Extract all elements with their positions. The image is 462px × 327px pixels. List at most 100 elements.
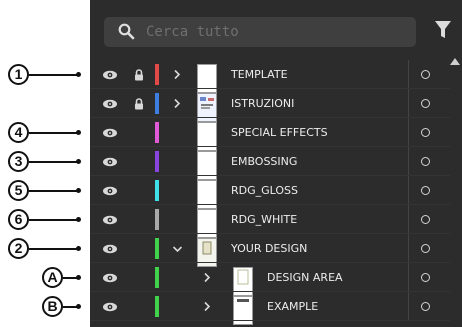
layer-color-bar xyxy=(155,296,159,317)
layer-row[interactable]: DESIGN AREA xyxy=(90,263,450,296)
chevron-right-icon xyxy=(204,272,211,283)
layer-name[interactable]: DESIGN AREA xyxy=(267,263,343,292)
layer-target-circle[interactable] xyxy=(421,302,430,311)
visibility-toggle[interactable] xyxy=(98,147,122,176)
layer-color-bar xyxy=(155,267,159,288)
expand-toggle[interactable] xyxy=(170,60,184,89)
column-divider xyxy=(408,234,409,263)
layer-color-bar xyxy=(155,93,159,114)
annotation-callout-group: B xyxy=(0,296,90,318)
layer-color-bar xyxy=(155,151,159,172)
lock-icon xyxy=(135,97,143,109)
layer-name[interactable]: EMBOSSING xyxy=(231,147,297,176)
annotation-callout-group: A xyxy=(0,267,90,289)
eye-icon xyxy=(103,186,117,195)
chevron-right-icon xyxy=(204,301,211,312)
filter-icon[interactable] xyxy=(434,20,452,40)
layer-row[interactable]: EMBOSSING xyxy=(90,147,450,180)
leader-line xyxy=(29,219,78,221)
layer-row[interactable]: TEMPLATE xyxy=(90,60,450,93)
visibility-toggle[interactable] xyxy=(98,263,122,292)
layer-name[interactable]: ISTRUZIONI xyxy=(231,89,294,118)
expand-toggle[interactable] xyxy=(200,292,214,321)
leader-line xyxy=(29,132,78,134)
lock-toggle[interactable] xyxy=(130,147,148,176)
search-input[interactable]: Cerca tutto xyxy=(146,24,239,40)
annotation-callout-group: 3 xyxy=(0,151,90,173)
callout-marker: 3 xyxy=(8,151,29,172)
eye-icon xyxy=(103,157,117,166)
annotation-callout-group: 6 xyxy=(0,209,90,231)
search-field[interactable]: Cerca tutto xyxy=(104,17,416,47)
leader-dot xyxy=(76,188,81,193)
annotation-callout-group: 1 xyxy=(0,64,90,86)
callout-marker: 4 xyxy=(8,122,29,143)
layer-target-circle[interactable] xyxy=(421,157,430,166)
callout-marker: 5 xyxy=(8,180,29,201)
layer-row[interactable]: YOUR DESIGN xyxy=(90,234,450,267)
lock-toggle[interactable] xyxy=(130,60,148,89)
layer-row[interactable]: SPECIAL EFFECTS xyxy=(90,118,450,151)
visibility-toggle[interactable] xyxy=(98,60,122,89)
eye-icon xyxy=(103,70,117,79)
layer-name[interactable]: EXAMPLE xyxy=(267,292,318,321)
visibility-toggle[interactable] xyxy=(98,292,122,321)
layer-name[interactable]: RDG_WHITE xyxy=(231,205,297,234)
column-divider xyxy=(408,205,409,234)
visibility-toggle[interactable] xyxy=(98,234,122,263)
column-divider xyxy=(408,89,409,118)
layer-color-bar xyxy=(155,209,159,230)
layer-target-circle[interactable] xyxy=(421,244,430,253)
callout-marker: 6 xyxy=(8,209,29,230)
callout-marker: 2 xyxy=(8,238,29,259)
visibility-toggle[interactable] xyxy=(98,118,122,147)
visibility-toggle[interactable] xyxy=(98,89,122,118)
callout-marker: B xyxy=(42,296,63,317)
visibility-toggle[interactable] xyxy=(98,205,122,234)
layer-row[interactable]: ISTRUZIONI xyxy=(90,89,450,122)
visibility-toggle[interactable] xyxy=(98,176,122,205)
leader-dot xyxy=(76,304,81,309)
layer-name[interactable]: YOUR DESIGN xyxy=(231,234,307,263)
lock-toggle[interactable] xyxy=(130,118,148,147)
search-icon xyxy=(118,23,135,40)
eye-icon xyxy=(103,215,117,224)
layer-target-circle[interactable] xyxy=(421,70,430,79)
layer-row[interactable]: RDG_GLOSS xyxy=(90,176,450,209)
layer-color-bar xyxy=(155,122,159,143)
layer-row[interactable]: RDG_WHITE xyxy=(90,205,450,238)
expand-toggle[interactable] xyxy=(170,89,184,118)
collapse-toggle[interactable] xyxy=(170,234,184,263)
layer-name[interactable]: SPECIAL EFFECTS xyxy=(231,118,328,147)
lock-toggle[interactable] xyxy=(130,263,148,292)
layer-target-circle[interactable] xyxy=(421,215,430,224)
lock-toggle[interactable] xyxy=(130,89,148,118)
column-divider xyxy=(408,292,409,321)
leader-dot xyxy=(76,275,81,280)
lock-toggle[interactable] xyxy=(130,292,148,321)
leader-dot xyxy=(76,159,81,164)
annotation-callout-group: 4 xyxy=(0,122,90,144)
callout-marker: A xyxy=(42,267,63,288)
callout-marker: 1 xyxy=(8,64,29,85)
layer-row[interactable]: EXAMPLE xyxy=(90,292,450,325)
layer-target-circle[interactable] xyxy=(421,128,430,137)
leader-dot xyxy=(76,72,81,77)
leader-line xyxy=(29,248,78,250)
layer-target-circle[interactable] xyxy=(421,273,430,282)
column-divider xyxy=(408,60,409,89)
lock-toggle[interactable] xyxy=(130,176,148,205)
layer-target-circle[interactable] xyxy=(421,186,430,195)
eye-icon xyxy=(103,99,117,108)
layer-name[interactable]: RDG_GLOSS xyxy=(231,176,298,205)
lock-toggle[interactable] xyxy=(130,205,148,234)
leader-dot xyxy=(76,130,81,135)
layer-color-bar xyxy=(155,64,159,85)
expand-toggle[interactable] xyxy=(200,263,214,292)
chevron-right-icon xyxy=(174,98,181,109)
layer-name[interactable]: TEMPLATE xyxy=(231,60,288,89)
column-divider xyxy=(408,263,409,292)
layer-target-circle[interactable] xyxy=(421,99,430,108)
lock-toggle[interactable] xyxy=(130,234,148,263)
scroll-up-arrow[interactable] xyxy=(450,58,460,65)
